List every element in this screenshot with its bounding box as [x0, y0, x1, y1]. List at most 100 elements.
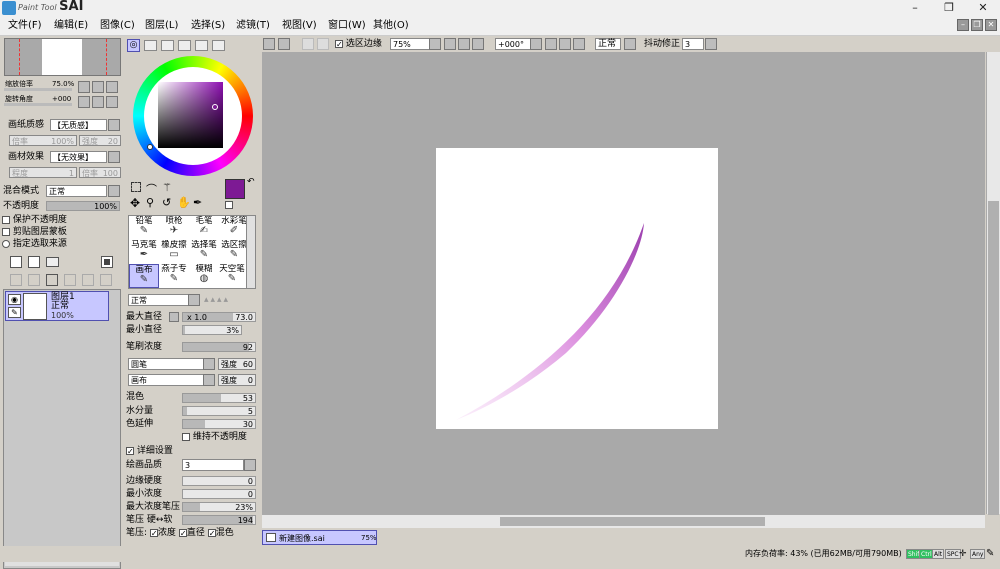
mdi-close-icon[interactable]: ✕ — [985, 19, 997, 31]
primary-color-swatch[interactable] — [225, 179, 245, 199]
brush-lock-icon[interactable]: ✎ — [8, 307, 21, 318]
drawing-canvas[interactable] — [436, 148, 718, 429]
effect-degree-field[interactable]: 程度 1 — [9, 167, 77, 178]
min-size-slider[interactable]: 3% — [182, 325, 242, 335]
blend-mode-dropdown-icon[interactable] — [108, 185, 120, 197]
tool-watercolor[interactable]: 水彩笔 ✐ — [219, 216, 249, 240]
redo-icon[interactable] — [278, 38, 290, 50]
stabilizer-select[interactable]: 3 — [682, 38, 704, 50]
tool-airbrush[interactable]: 喷枪 ✈ — [159, 216, 189, 240]
tool-pencil[interactable]: 铅笔 ✎ — [129, 216, 159, 240]
tool-brush[interactable]: 毛笔 ✍ — [189, 216, 219, 240]
effect-scale-field[interactable]: 倍率 100 — [79, 167, 121, 178]
selection-source-radio[interactable]: 指定选取来源 — [2, 239, 67, 250]
eye-icon[interactable]: ◉ — [8, 294, 21, 305]
eyedropper-icon[interactable]: ✒ — [193, 196, 202, 209]
rotate-reset-button[interactable] — [106, 96, 118, 108]
view-mode-select[interactable]: 正常 — [595, 38, 621, 50]
brush-shape-presets-icon[interactable]: ▴▴▴▴ — [204, 295, 254, 305]
rotate-tool-icon[interactable]: ↺ — [162, 196, 171, 209]
document-tab[interactable]: 新建图像.sai 75% — [262, 530, 377, 545]
canvas-vscrollbar[interactable] — [986, 52, 1000, 515]
selection-edge-checkbox[interactable]: 选区边缘 — [335, 39, 382, 50]
zoom-reset-button[interactable] — [106, 81, 118, 93]
merge-visible-icon[interactable] — [82, 274, 94, 286]
maximize-button[interactable]: ❐ — [932, 0, 966, 16]
stabilizer-dropdown-icon[interactable] — [705, 38, 717, 50]
tool-marker[interactable]: 马克笔 ✒ — [129, 240, 159, 264]
paper-effect-select[interactable]: 【无效果】 — [50, 151, 107, 163]
new-layer-icon[interactable] — [10, 256, 22, 268]
invert-selection-icon[interactable] — [317, 38, 329, 50]
toolbar-zoom-out-icon[interactable] — [444, 38, 456, 50]
tool-sky-pen[interactable]: 天空笔 ✎ — [219, 264, 245, 288]
angle-combo[interactable]: +000° — [495, 38, 531, 50]
brush-mode-select[interactable]: 正常 — [128, 294, 190, 306]
rgb-slider-tab-icon[interactable] — [144, 40, 157, 51]
swatches-tab-icon[interactable] — [195, 40, 208, 51]
menu-other[interactable]: 其他(O) — [373, 19, 409, 33]
angle-slider[interactable] — [4, 103, 72, 106]
brush-texture-select[interactable]: 画布 — [128, 374, 204, 386]
new-folder-icon[interactable] — [46, 257, 59, 267]
scratchpad-tab-icon[interactable] — [212, 40, 225, 51]
menu-window[interactable]: 窗口(W) — [328, 19, 366, 33]
max-size-slider[interactable]: x 1.0 73.0 — [182, 312, 256, 322]
vscroll-thumb[interactable] — [988, 201, 999, 515]
edge-hardness-slider[interactable]: 0 — [182, 476, 256, 486]
tool-select-pen[interactable]: 选择笔 ✎ — [189, 240, 219, 264]
brush-texture-dropdown-icon[interactable] — [203, 374, 215, 386]
toolbar-rotate-left-icon[interactable] — [545, 38, 557, 50]
tool-canvas[interactable]: 画布 ✎ — [129, 264, 159, 288]
brush-shape-select[interactable]: 圆笔 — [128, 358, 204, 370]
zoom-out-button[interactable] — [78, 81, 90, 93]
angle-combo-dropdown-icon[interactable] — [530, 38, 542, 50]
toolbar-zoom-reset-icon[interactable] — [472, 38, 484, 50]
merge-down-icon[interactable] — [28, 274, 40, 286]
toolbar-zoom-in-icon[interactable] — [458, 38, 470, 50]
zoom-combo[interactable]: 75% — [390, 38, 430, 50]
tool-deselect-pen[interactable]: 选区擦 ✎ — [219, 240, 249, 264]
menu-view[interactable]: 视图(V) — [282, 19, 317, 33]
hue-picker[interactable] — [147, 144, 153, 150]
hscroll-thumb[interactable] — [500, 517, 765, 526]
paper-texture-select[interactable]: 【无质感】 — [50, 119, 107, 131]
texture-strength-field[interactable]: 强度 0 — [218, 374, 256, 386]
brush-mode-dropdown-icon[interactable] — [188, 294, 200, 306]
water-slider[interactable]: 5 — [182, 406, 256, 416]
copy-layer-icon[interactable] — [10, 274, 22, 286]
clipping-checkbox[interactable]: 剪贴图层蒙板 — [2, 227, 67, 238]
pressure-size-checkbox[interactable]: 直径 — [178, 528, 205, 538]
saturation-value-square[interactable] — [158, 82, 223, 148]
menu-select[interactable]: 选择(S) — [191, 19, 225, 33]
navigator-preview[interactable] — [4, 38, 121, 76]
layer-row[interactable]: ◉ ✎ 图层1 正常 100% — [5, 291, 109, 321]
rect-select-icon[interactable] — [131, 182, 141, 192]
deselect-icon[interactable] — [302, 38, 314, 50]
zoom-in-button[interactable] — [92, 81, 104, 93]
tool-eraser[interactable]: 橡皮擦 ▭ — [159, 240, 189, 264]
min-density-slider[interactable]: 0 — [182, 489, 256, 499]
pressure-density-checkbox[interactable]: 浓度 — [149, 528, 176, 538]
quality-select[interactable]: 3 — [182, 459, 244, 471]
paper-scale-field[interactable]: 倍率 100% — [9, 135, 77, 146]
rotate-left-button[interactable] — [78, 96, 90, 108]
persistence-slider[interactable]: 30 — [182, 419, 256, 429]
quality-dropdown-icon[interactable] — [244, 459, 256, 471]
flatten-icon[interactable] — [100, 274, 112, 286]
toolbar-rotate-reset-icon[interactable] — [573, 38, 585, 50]
color-wheel-tab-icon[interactable]: ◎ — [127, 39, 140, 52]
menu-filter[interactable]: 滤镜(T) — [236, 19, 270, 33]
hue-ring[interactable] — [133, 56, 253, 176]
zoom-slider[interactable] — [4, 88, 72, 91]
keep-opacity-checkbox[interactable]: 维持不透明度 — [182, 432, 247, 443]
transparent-color-icon[interactable] — [225, 201, 233, 209]
mdi-restore-icon[interactable]: ❐ — [971, 19, 983, 31]
protect-opacity-checkbox[interactable]: 保护不透明度 — [2, 215, 67, 226]
move-icon[interactable]: ✥ — [130, 196, 140, 210]
menu-edit[interactable]: 编辑(E) — [54, 19, 88, 33]
opacity-slider[interactable]: 100% — [46, 201, 120, 211]
new-vector-layer-icon[interactable] — [28, 256, 40, 268]
shape-strength-field[interactable]: 强度 60 — [218, 358, 256, 370]
tool-grid-scrollbar[interactable] — [246, 215, 256, 289]
